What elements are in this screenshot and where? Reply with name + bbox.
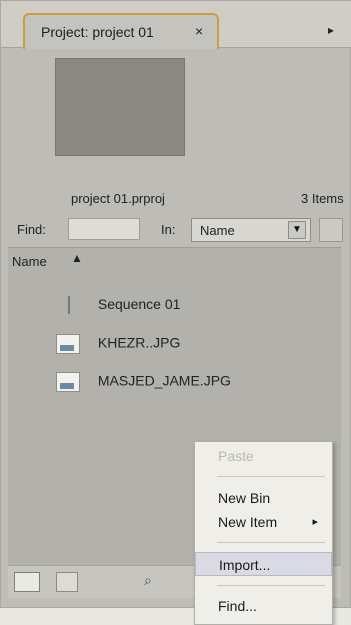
item-count: 3 Items <box>301 191 344 206</box>
image-file-icon <box>56 372 80 392</box>
find-input[interactable] <box>68 218 140 240</box>
list-item[interactable]: Sequence 01 <box>56 296 181 315</box>
in-dropdown-value: Name <box>200 223 235 238</box>
column-header-name[interactable]: Name <box>12 254 47 269</box>
submenu-arrow-icon: ▸ <box>312 516 318 528</box>
in-label: In: <box>161 222 176 237</box>
icon-view-icon[interactable] <box>56 572 78 592</box>
panel-menu-button[interactable]: ▸ <box>322 21 340 39</box>
image-file-icon <box>56 334 80 354</box>
menu-item-new-bin[interactable]: New Bin <box>195 486 332 510</box>
menu-item-new-item[interactable]: New Item ▸ <box>195 510 332 534</box>
find-label: Find: <box>17 222 46 237</box>
list-item-label: Sequence 01 <box>97 296 181 312</box>
menu-separator <box>217 476 325 477</box>
context-menu: Paste New Bin New Item ▸ Import... Find.… <box>194 441 333 625</box>
menu-item-label: New Bin <box>218 490 271 506</box>
tab-project[interactable]: Project: project 01 × <box>23 13 219 49</box>
menu-item-label: New Item <box>218 514 278 530</box>
chevron-down-icon[interactable]: ▼ <box>288 221 306 239</box>
tab-title: Project: project 01 <box>41 24 154 40</box>
menu-item-label: Import... <box>219 557 271 573</box>
menu-separator <box>217 585 325 586</box>
sort-ascending-icon[interactable]: ▲ <box>71 251 83 265</box>
list-item-label: MASJED_JAME.JPG <box>97 372 231 389</box>
menu-item-label: Find... <box>218 598 257 614</box>
close-icon[interactable]: × <box>195 23 203 39</box>
list-view-icon[interactable] <box>14 572 40 592</box>
preview-thumbnail <box>55 58 185 156</box>
list-item-label: KHEZR..JPG <box>97 334 181 351</box>
find-options-button[interactable] <box>319 218 343 242</box>
list-item[interactable]: MASJED_JAME.JPG <box>56 372 231 392</box>
in-dropdown[interactable]: Name ▼ <box>191 218 311 242</box>
find-icon[interactable]: ⌕ <box>144 572 152 589</box>
find-bar: Find: In: Name ▼ <box>1 214 351 246</box>
menu-separator <box>217 542 325 543</box>
panel-tab-bar: Project: project 01 × ▸ <box>1 1 351 49</box>
list-item[interactable]: KHEZR..JPG <box>56 334 180 354</box>
sequence-icon <box>68 296 80 315</box>
menu-item-paste: Paste <box>195 444 332 468</box>
project-filename: project 01.prproj <box>71 191 165 206</box>
menu-item-import[interactable]: Import... <box>195 552 332 576</box>
menu-item-label: Paste <box>218 448 254 464</box>
menu-item-find[interactable]: Find... <box>195 594 332 618</box>
